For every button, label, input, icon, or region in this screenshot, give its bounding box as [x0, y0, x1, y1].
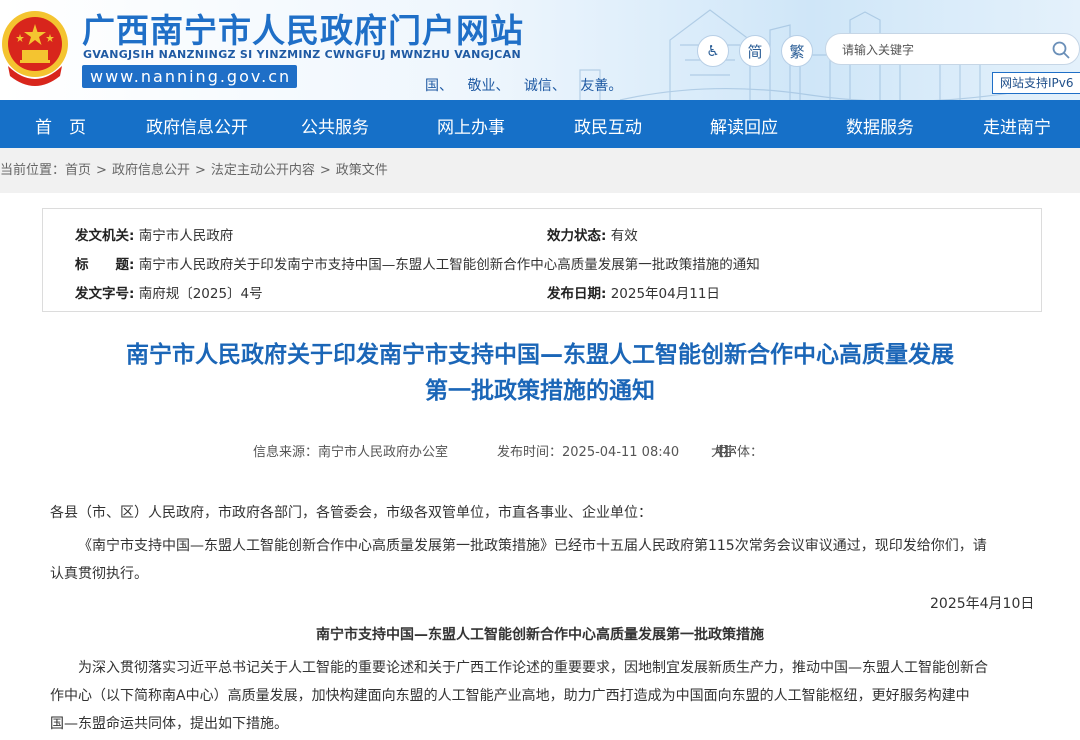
body-paragraph-1: 《南宁市支持中国—东盟人工智能创新合作中心高质量发展第一批政策措施》已经市十五届… — [50, 532, 1050, 588]
sign-date: 2025年4月10日 — [930, 596, 1035, 612]
nav-item-public-service[interactable]: 公共服务 — [301, 113, 369, 138]
nav-item-home[interactable]: 首 页 — [35, 113, 86, 138]
accessibility-icon: ♿ — [706, 42, 720, 60]
site-pinyin: GVANGJSIH NANZNINGZ SI YINZMINZ CWNGFUJ … — [83, 48, 522, 61]
breadcrumb: 当前位置：首页 > 政府信息公开 > 法定主动公开内容 > 政策文件 — [0, 148, 1080, 193]
font-size-control: 【字体： 大 中 小 】 — [711, 441, 763, 460]
article-title-line-1: 南宁市人民政府关于印发南宁市支持中国—东盟人工智能创新合作中心高质量发展 — [126, 342, 954, 368]
traditional-label: 繁 — [789, 42, 805, 61]
slogan: 国、 敬业、 诚信、 友善。 — [425, 78, 623, 94]
body-paragraph-2: 为深入贯彻落实习近平总书记关于人工智能的重要论述和关于广西工作论述的重要要求，因… — [50, 654, 1050, 738]
breadcrumb-separator: > — [319, 163, 331, 178]
breadcrumb-item-legal-disclosure[interactable]: 法定主动公开内容 — [211, 163, 315, 178]
site-header: 广西南宁市人民政府门户网站 GVANGJSIH NANZNINGZ SI YIN… — [0, 0, 1080, 100]
breadcrumb-item-home[interactable]: 首页 — [65, 163, 91, 178]
issuer-value: 南宁市人民政府 — [138, 228, 234, 244]
date-label: 发布日期: — [547, 286, 607, 302]
nav-item-gov-info[interactable]: 政府信息公开 — [146, 113, 248, 138]
docno-value: 南府规〔2025〕4号 — [138, 286, 263, 302]
accessibility-button[interactable]: ♿ — [697, 35, 729, 67]
body-paragraph-1-line-2: 认真贯彻执行。 — [50, 566, 148, 582]
salutation: 各县（市、区）人民政府，市政府各部门，各管委会，市级各双管单位，市直各事业、企业… — [50, 505, 652, 521]
nav-item-online-service[interactable]: 网上办事 — [437, 113, 505, 138]
main-nav: 首 页 政府信息公开 公共服务 网上办事 政民互动 解读回应 数据服务 走进南宁 — [0, 100, 1080, 148]
ipv6-badge: 网站支持IPv6 — [992, 72, 1080, 94]
document-meta-box: 发文机关: 南宁市人民政府 效力状态: 有效 标 题: 南宁市人民政府关于印发南… — [42, 208, 1042, 312]
issuer-label: 发文机关: — [75, 228, 135, 244]
breadcrumb-item-policy-docs[interactable]: 政策文件 — [336, 163, 388, 178]
breadcrumb-separator: > — [96, 163, 107, 178]
nav-item-interaction[interactable]: 政民互动 — [574, 113, 642, 138]
national-emblem-icon — [2, 11, 68, 86]
body-paragraph-2-line-1: 为深入贯彻落实习近平总书记关于人工智能的重要论述和关于广西工作论述的重要要求，因… — [78, 660, 988, 676]
article-title-line-2: 第一批政策措施的通知 — [425, 378, 655, 404]
search-icon[interactable] — [1051, 40, 1071, 60]
breadcrumb-prefix: 当前位置： — [0, 163, 66, 178]
search-input[interactable] — [842, 40, 1042, 60]
article-source: 信息来源：南宁市人民政府办公室 — [253, 445, 449, 460]
nav-item-interpretation[interactable]: 解读回应 — [710, 113, 778, 138]
docno-label: 发文字号: — [75, 286, 135, 302]
sub-title: 南宁市支持中国—东盟人工智能创新合作中心高质量发展第一批政策措施 — [316, 627, 764, 643]
date-value: 2025年04月11日 — [610, 286, 720, 302]
breadcrumb-separator: > — [194, 163, 206, 178]
nav-item-about-nanning[interactable]: 走进南宁 — [983, 113, 1051, 138]
body-paragraph-2-line-3: 国—东盟命运共同体，提出如下措施。 — [50, 716, 288, 732]
title-value: 南宁市人民政府关于印发南宁市支持中国—东盟人工智能创新合作中心高质量发展第一批政… — [138, 257, 760, 273]
status-label: 效力状态: — [547, 228, 607, 244]
site-title: 广西南宁市人民政府门户网站 — [82, 11, 524, 50]
article-title: 南宁市人民政府关于印发南宁市支持中国—东盟人工智能创新合作中心高质量发展 第一批… — [0, 337, 1080, 409]
breadcrumb-item-gov-info[interactable]: 政府信息公开 — [112, 163, 190, 178]
status-value: 有效 — [610, 228, 638, 244]
traditional-chinese-button[interactable]: 繁 — [781, 35, 813, 67]
title-label: 标 题: — [75, 257, 135, 273]
nav-item-data-service[interactable]: 数据服务 — [846, 113, 914, 138]
body-paragraph-1-line-1: 《南宁市支持中国—东盟人工智能创新合作中心高质量发展第一批政策措施》已经市十五届… — [78, 538, 987, 554]
font-size-suffix: 】 — [723, 445, 737, 460]
article-publish-time: 发布时间：2025-04-11 08:40 — [497, 445, 680, 460]
site-url[interactable]: www.nanning.gov.cn — [82, 65, 297, 88]
simplified-label: 简 — [747, 42, 763, 61]
simplified-chinese-button[interactable]: 简 — [739, 35, 771, 67]
body-paragraph-2-line-2: 作中心（以下简称南A中心）高质量发展，加快构建面向东盟的人工智能产业高地，助力广… — [50, 688, 970, 704]
search-box — [825, 33, 1080, 65]
